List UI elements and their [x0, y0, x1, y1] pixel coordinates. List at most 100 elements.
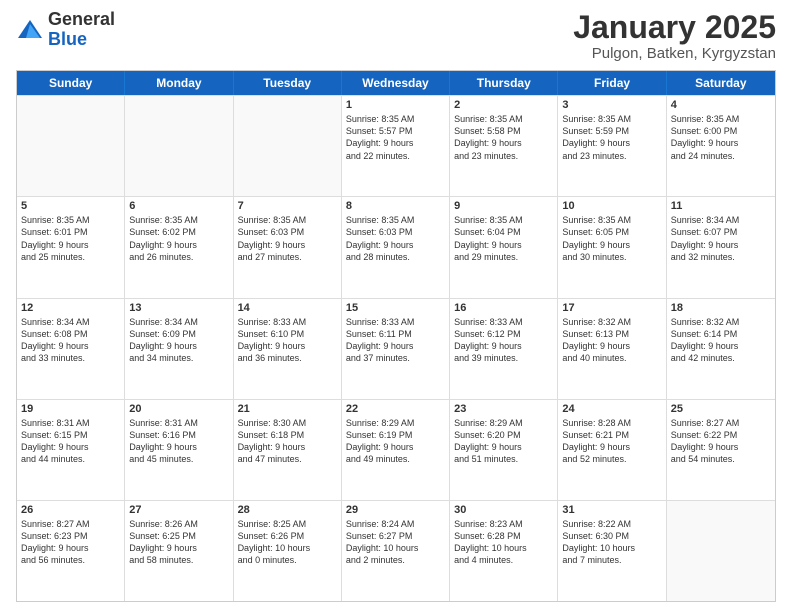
calendar-cell: 24 Sunrise: 8:28 AMSunset: 6:21 PMDayligh…	[558, 400, 666, 500]
day-info: Sunrise: 8:33 AMSunset: 6:11 PMDaylight:…	[346, 316, 445, 365]
calendar-cell: 8Sunrise: 8:35 AMSunset: 6:03 PMDaylight…	[342, 197, 450, 297]
day-number: 21	[238, 403, 337, 415]
day-number: 25	[671, 403, 771, 415]
calendar-cell: 10Sunrise: 8:35 AMSunset: 6:05 PMDayligh…	[558, 197, 666, 297]
weekday-header: Wednesday	[342, 71, 450, 95]
day-info: Sunrise: 8:23 AMSunset: 6:28 PMDaylight:…	[454, 518, 553, 567]
weekday-header: Thursday	[450, 71, 558, 95]
day-info: Sunrise: 8:31 AMSunset: 6:15 PMDaylight:…	[21, 417, 120, 466]
calendar: SundayMondayTuesdayWednesdayThursdayFrid…	[16, 70, 776, 602]
calendar-cell: 29 Sunrise: 8:24 AMSunset: 6:27 PMDayligh…	[342, 501, 450, 601]
calendar-cell: 23 Sunrise: 8:29 AMSunset: 6:20 PMDayligh…	[450, 400, 558, 500]
day-number: 16	[454, 302, 553, 314]
calendar-cell: 15Sunrise: 8:33 AMSunset: 6:11 PMDayligh…	[342, 299, 450, 399]
day-number: 29	[346, 504, 445, 516]
day-number: 31	[562, 504, 661, 516]
day-number: 27	[129, 504, 228, 516]
day-number: 18	[671, 302, 771, 314]
day-number: 7	[238, 200, 337, 212]
day-number: 13	[129, 302, 228, 314]
day-number: 22	[346, 403, 445, 415]
day-info: Sunrise: 8:27 AMSunset: 6:22 PMDaylight:…	[671, 417, 771, 466]
calendar-page: General Blue January 2025 Pulgon, Batken…	[0, 0, 792, 612]
calendar-cell: 7Sunrise: 8:35 AMSunset: 6:03 PMDaylight…	[234, 197, 342, 297]
calendar-cell: 11 Sunrise: 8:34 AMSunset: 6:07 PMDayligh…	[667, 197, 775, 297]
day-number: 23	[454, 403, 553, 415]
calendar-cell: 22 Sunrise: 8:29 AMSunset: 6:19 PMDayligh…	[342, 400, 450, 500]
day-info: Sunrise: 8:34 AMSunset: 6:09 PMDaylight:…	[129, 316, 228, 365]
day-info: Sunrise: 8:32 AMSunset: 6:13 PMDaylight:…	[562, 316, 661, 365]
day-info: Sunrise: 8:28 AMSunset: 6:21 PMDaylight:…	[562, 417, 661, 466]
day-number: 30	[454, 504, 553, 516]
day-number: 28	[238, 504, 337, 516]
day-number: 17	[562, 302, 661, 314]
calendar-cell: 5Sunrise: 8:35 AMSunset: 6:01 PMDaylight…	[17, 197, 125, 297]
calendar-cell: 19 Sunrise: 8:31 AMSunset: 6:15 PMDayligh…	[17, 400, 125, 500]
title-month: January 2025	[573, 10, 776, 45]
weekday-header: Monday	[125, 71, 233, 95]
title-block: January 2025 Pulgon, Batken, Kyrgyzstan	[573, 10, 776, 62]
day-info: Sunrise: 8:25 AMSunset: 6:26 PMDaylight:…	[238, 518, 337, 567]
calendar-body: 1Sunrise: 8:35 AMSunset: 5:57 PMDaylight…	[17, 95, 775, 601]
calendar-cell	[234, 96, 342, 196]
calendar-row: 5Sunrise: 8:35 AMSunset: 6:01 PMDaylight…	[17, 196, 775, 297]
calendar-cell: 31 Sunrise: 8:22 AMSunset: 6:30 PMDayligh…	[558, 501, 666, 601]
calendar-row: 1Sunrise: 8:35 AMSunset: 5:57 PMDaylight…	[17, 95, 775, 196]
calendar-cell: 3Sunrise: 8:35 AMSunset: 5:59 PMDaylight…	[558, 96, 666, 196]
weekday-header: Saturday	[667, 71, 775, 95]
day-number: 19	[21, 403, 120, 415]
day-info: Sunrise: 8:33 AMSunset: 6:10 PMDaylight:…	[238, 316, 337, 365]
day-info: Sunrise: 8:27 AMSunset: 6:23 PMDaylight:…	[21, 518, 120, 567]
calendar-cell: 18 Sunrise: 8:32 AMSunset: 6:14 PMDayligh…	[667, 299, 775, 399]
calendar-cell	[17, 96, 125, 196]
calendar-cell: 26Sunrise: 8:27 AMSunset: 6:23 PMDayligh…	[17, 501, 125, 601]
day-number: 6	[129, 200, 228, 212]
title-location: Pulgon, Batken, Kyrgyzstan	[573, 45, 776, 62]
logo-general: General	[48, 10, 115, 30]
calendar-row: 12 Sunrise: 8:34 AMSunset: 6:08 PMDayligh…	[17, 298, 775, 399]
day-number: 24	[562, 403, 661, 415]
calendar-cell: 28 Sunrise: 8:25 AMSunset: 6:26 PMDayligh…	[234, 501, 342, 601]
day-info: Sunrise: 8:34 AMSunset: 6:08 PMDaylight:…	[21, 316, 120, 365]
day-number: 11	[671, 200, 771, 212]
calendar-cell: 20Sunrise: 8:31 AMSunset: 6:16 PMDayligh…	[125, 400, 233, 500]
weekday-header: Friday	[558, 71, 666, 95]
day-info: Sunrise: 8:34 AMSunset: 6:07 PMDaylight:…	[671, 214, 771, 263]
day-number: 4	[671, 99, 771, 111]
logo-icon	[16, 16, 44, 44]
calendar-cell: 30 Sunrise: 8:23 AMSunset: 6:28 PMDayligh…	[450, 501, 558, 601]
calendar-cell: 25 Sunrise: 8:27 AMSunset: 6:22 PMDayligh…	[667, 400, 775, 500]
day-info: Sunrise: 8:35 AMSunset: 6:01 PMDaylight:…	[21, 214, 120, 263]
calendar-cell: 21Sunrise: 8:30 AMSunset: 6:18 PMDayligh…	[234, 400, 342, 500]
calendar-cell: 6 Sunrise: 8:35 AMSunset: 6:02 PMDaylight…	[125, 197, 233, 297]
day-number: 12	[21, 302, 120, 314]
day-info: Sunrise: 8:29 AMSunset: 6:19 PMDaylight:…	[346, 417, 445, 466]
day-info: Sunrise: 8:29 AMSunset: 6:20 PMDaylight:…	[454, 417, 553, 466]
calendar-cell: 13 Sunrise: 8:34 AMSunset: 6:09 PMDayligh…	[125, 299, 233, 399]
calendar-cell: 27 Sunrise: 8:26 AMSunset: 6:25 PMDayligh…	[125, 501, 233, 601]
calendar-cell: 17 Sunrise: 8:32 AMSunset: 6:13 PMDayligh…	[558, 299, 666, 399]
day-info: Sunrise: 8:26 AMSunset: 6:25 PMDaylight:…	[129, 518, 228, 567]
day-info: Sunrise: 8:32 AMSunset: 6:14 PMDaylight:…	[671, 316, 771, 365]
day-info: Sunrise: 8:35 AMSunset: 5:57 PMDaylight:…	[346, 113, 445, 162]
header: General Blue January 2025 Pulgon, Batken…	[16, 10, 776, 62]
day-info: Sunrise: 8:35 AMSunset: 6:04 PMDaylight:…	[454, 214, 553, 263]
calendar-row: 19 Sunrise: 8:31 AMSunset: 6:15 PMDayligh…	[17, 399, 775, 500]
calendar-row: 26Sunrise: 8:27 AMSunset: 6:23 PMDayligh…	[17, 500, 775, 601]
logo-text: General Blue	[48, 10, 115, 50]
day-number: 2	[454, 99, 553, 111]
day-info: Sunrise: 8:35 AMSunset: 6:05 PMDaylight:…	[562, 214, 661, 263]
weekday-header: Tuesday	[234, 71, 342, 95]
day-info: Sunrise: 8:24 AMSunset: 6:27 PMDaylight:…	[346, 518, 445, 567]
calendar-cell: 2Sunrise: 8:35 AMSunset: 5:58 PMDaylight…	[450, 96, 558, 196]
day-number: 3	[562, 99, 661, 111]
day-number: 8	[346, 200, 445, 212]
day-info: Sunrise: 8:33 AMSunset: 6:12 PMDaylight:…	[454, 316, 553, 365]
day-info: Sunrise: 8:35 AMSunset: 6:02 PMDaylight:…	[129, 214, 228, 263]
day-number: 20	[129, 403, 228, 415]
logo-blue: Blue	[48, 30, 115, 50]
day-info: Sunrise: 8:22 AMSunset: 6:30 PMDaylight:…	[562, 518, 661, 567]
calendar-cell: 9 Sunrise: 8:35 AMSunset: 6:04 PMDaylight…	[450, 197, 558, 297]
day-number: 9	[454, 200, 553, 212]
weekday-header: Sunday	[17, 71, 125, 95]
